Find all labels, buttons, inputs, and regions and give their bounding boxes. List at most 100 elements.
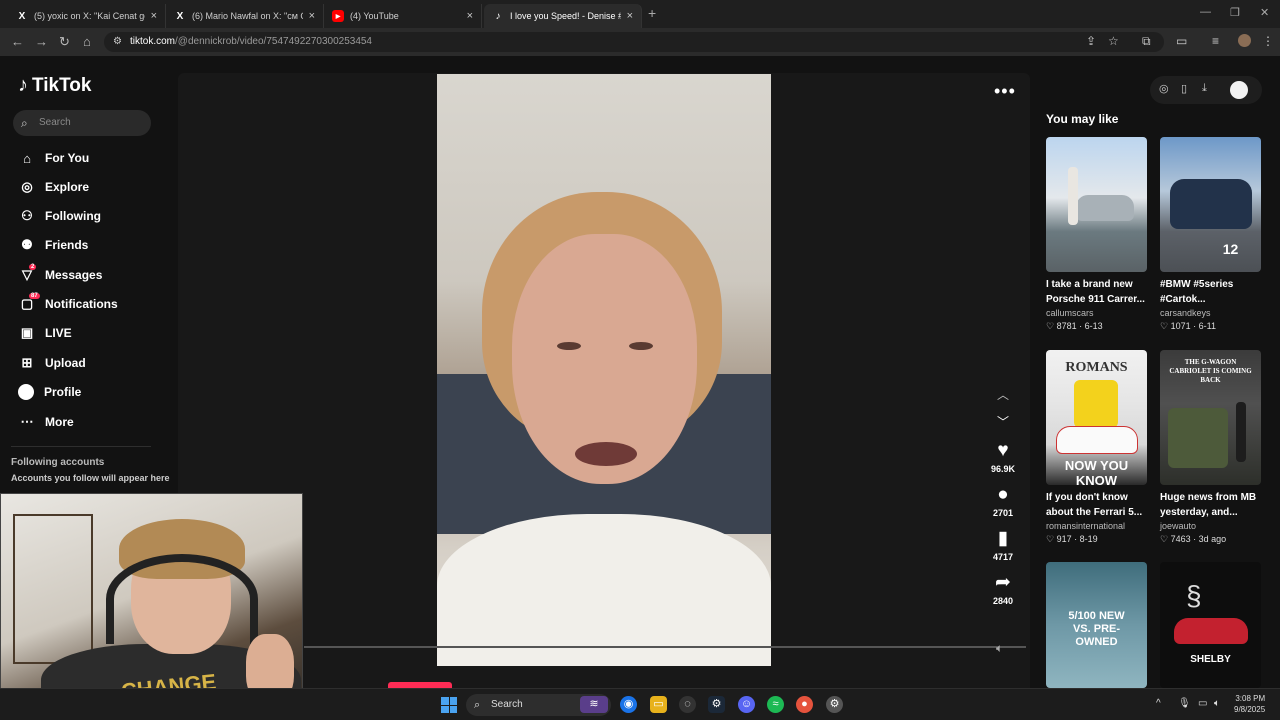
shelf-shape bbox=[13, 514, 93, 664]
recommended-video-card[interactable]: ROMANS NOW YOU KNOW If you don't know ab… bbox=[1046, 350, 1147, 545]
steam-icon[interactable]: ⚙ bbox=[708, 696, 725, 713]
chrome-icon[interactable]: ◉ bbox=[620, 696, 637, 713]
download-icon[interactable]: ⤓ bbox=[1202, 82, 1207, 95]
sidebar-item-label: Messages bbox=[45, 268, 103, 282]
like-count: 96.9K bbox=[990, 464, 1016, 474]
car-shape bbox=[1170, 179, 1252, 229]
sidebar-item-messages[interactable]: ▽ 2 Messages bbox=[18, 264, 102, 286]
next-video-icon[interactable]: ﹀ bbox=[997, 413, 1009, 430]
taskbar-app-icon[interactable]: ● bbox=[796, 696, 813, 713]
cast-icon[interactable]: ▭ bbox=[1176, 34, 1187, 48]
video-person-mouth bbox=[575, 442, 637, 466]
card-stats: ♡ 8781 · 6-13 bbox=[1046, 321, 1103, 331]
close-tab-icon[interactable]: × bbox=[151, 10, 157, 22]
sidebar-item-explore[interactable]: ◎ Explore bbox=[18, 176, 89, 198]
extensions-icon[interactable]: ⧉ bbox=[1142, 34, 1151, 49]
user-avatar[interactable] bbox=[1230, 81, 1248, 99]
speaker-icon[interactable]: 🔈︎ bbox=[1214, 698, 1220, 709]
browser-tab[interactable]: X (5) yoxic on X: "Kai Cenat got h × bbox=[8, 4, 166, 28]
spotify-icon[interactable]: ≈ bbox=[767, 696, 784, 713]
youtube-icon: ▶ bbox=[332, 10, 344, 22]
close-tab-icon[interactable]: × bbox=[309, 10, 315, 22]
install-icon[interactable]: ⇪ bbox=[1086, 34, 1096, 48]
reading-list-icon[interactable]: ≡ bbox=[1212, 34, 1219, 48]
back-icon[interactable]: ← bbox=[11, 34, 24, 49]
close-tab-icon[interactable]: × bbox=[467, 10, 473, 22]
sidebar-item-notifications[interactable]: ▢ 87 Notifications bbox=[18, 293, 118, 315]
discord-icon[interactable]: ☺ bbox=[738, 696, 755, 713]
sidebar-item-label: More bbox=[45, 415, 74, 429]
recommended-video-card[interactable]: 12 #BMW #5series #Cartok... carsandkeys … bbox=[1160, 137, 1261, 332]
volume-icon[interactable]: 🔈︎ bbox=[996, 641, 1003, 656]
like-button[interactable]: ♥ 96.9K bbox=[981, 441, 1025, 475]
bookmark-star-icon[interactable]: ☆ bbox=[1108, 34, 1119, 48]
device-icon[interactable]: ▯ bbox=[1181, 82, 1187, 95]
heart-outline-icon: ♡ bbox=[1160, 321, 1171, 331]
windows-start-icon[interactable] bbox=[441, 697, 457, 713]
card-author: carsandkeys bbox=[1160, 308, 1211, 318]
sidebar-item-for-you[interactable]: ⌂ For You bbox=[18, 147, 89, 169]
close-window-icon[interactable]: ✕ bbox=[1260, 6, 1269, 19]
recommended-video-card[interactable]: I take a brand new Porsche 911 Carrer...… bbox=[1046, 137, 1147, 332]
video-player[interactable] bbox=[437, 74, 771, 666]
network-icon[interactable]: ▭ bbox=[1198, 698, 1207, 709]
profile-icon bbox=[18, 384, 34, 400]
microphone-icon[interactable]: 🎙︎ bbox=[1178, 698, 1191, 709]
car-shape bbox=[1056, 426, 1138, 454]
browser-menu-icon[interactable]: ⋮ bbox=[1262, 34, 1274, 48]
sidebar-item-profile[interactable]: Profile bbox=[18, 381, 81, 403]
sidebar-item-following[interactable]: ⚇ Following bbox=[18, 205, 101, 227]
home-icon: ⌂ bbox=[23, 150, 31, 166]
close-tab-icon[interactable]: × bbox=[627, 10, 633, 22]
compass-small-icon[interactable]: ◎ bbox=[1159, 82, 1169, 95]
browser-tab[interactable]: ▶ (4) YouTube × bbox=[324, 4, 482, 28]
logo-text: TikTok bbox=[32, 74, 92, 96]
notifications-badge: 87 bbox=[29, 293, 40, 299]
tray-chevron-icon[interactable]: ^ bbox=[1156, 698, 1161, 709]
sidebar-item-label: For You bbox=[45, 151, 90, 165]
browser-tab[interactable]: X (6) Mario Nawfal on X: "см CHI × bbox=[166, 4, 324, 28]
car-shape bbox=[1174, 618, 1248, 644]
taskbar-app-icon[interactable]: ≋ bbox=[580, 696, 608, 713]
sidebar-item-label: Upload bbox=[45, 356, 86, 370]
previous-video-icon[interactable]: ︿ bbox=[997, 386, 1009, 403]
url-input[interactable]: ⚙ tiktok.com/@dennickrob/video/754749227… bbox=[104, 32, 1164, 52]
card-author: callumscars bbox=[1046, 308, 1094, 318]
clock-date: 9/8/2025 bbox=[1234, 705, 1266, 714]
sidebar-item-friends[interactable]: ⚉ Friends bbox=[18, 234, 88, 256]
tab-title: (6) Mario Nawfal on X: "см CHI bbox=[192, 11, 303, 21]
taskbar-search-label: Search bbox=[491, 699, 523, 710]
recommended-video-card[interactable]: THE G-WAGON CABRIOLET IS COMING BACK Hug… bbox=[1160, 350, 1261, 545]
video-options-icon[interactable]: ••• bbox=[994, 81, 1016, 102]
file-explorer-icon[interactable]: ▭ bbox=[650, 696, 667, 713]
browser-tab-active[interactable]: ♪ I love you Speed! - Denise #ish × bbox=[484, 4, 642, 28]
recommended-video-card[interactable]: § SHELBY bbox=[1160, 562, 1261, 688]
sidebar-item-more[interactable]: ⋯ More bbox=[18, 411, 74, 433]
heart-outline-icon: ♡ bbox=[1160, 534, 1171, 544]
minimize-icon[interactable]: — bbox=[1200, 6, 1211, 18]
following-accounts-heading: Following accounts bbox=[11, 457, 105, 468]
reload-icon[interactable]: ↻ bbox=[59, 34, 70, 50]
sidebar-item-upload[interactable]: ⊞ Upload bbox=[18, 352, 86, 374]
search-input[interactable]: ⌕ Search bbox=[13, 110, 151, 136]
site-info-icon[interactable]: ⚙ bbox=[113, 32, 122, 52]
maximize-icon[interactable]: ❐ bbox=[1230, 6, 1240, 19]
save-button[interactable]: ▮ 4717 bbox=[981, 529, 1025, 563]
sidebar-item-live[interactable]: ▣ LIVE bbox=[18, 322, 72, 344]
forward-icon[interactable]: → bbox=[35, 34, 48, 49]
system-clock[interactable]: 3:08 PM 9/8/2025 bbox=[1234, 693, 1265, 715]
tiktok-logo[interactable]: ♪ TikTok bbox=[18, 74, 91, 97]
clock-time: 3:08 PM bbox=[1235, 694, 1266, 703]
share-button[interactable]: ➦ 2840 bbox=[981, 573, 1025, 607]
comment-icon: ● bbox=[997, 484, 1009, 505]
comment-button[interactable]: ● 2701 bbox=[981, 484, 1025, 519]
recommended-video-card[interactable]: 5/100 NEW VS. PRE-OWNED bbox=[1046, 562, 1147, 688]
following-accounts-subtext: Accounts you follow will appear here bbox=[11, 473, 170, 483]
video-progress-bar[interactable] bbox=[304, 646, 1026, 648]
taskbar-app-icon[interactable]: ◌ bbox=[679, 696, 696, 713]
settings-icon[interactable]: ⚙ bbox=[826, 696, 843, 713]
new-tab-icon[interactable]: + bbox=[648, 5, 656, 21]
browser-profile-avatar[interactable] bbox=[1238, 34, 1251, 47]
tab-title: (4) YouTube bbox=[350, 11, 399, 21]
home-browser-icon[interactable]: ⌂ bbox=[83, 34, 91, 49]
